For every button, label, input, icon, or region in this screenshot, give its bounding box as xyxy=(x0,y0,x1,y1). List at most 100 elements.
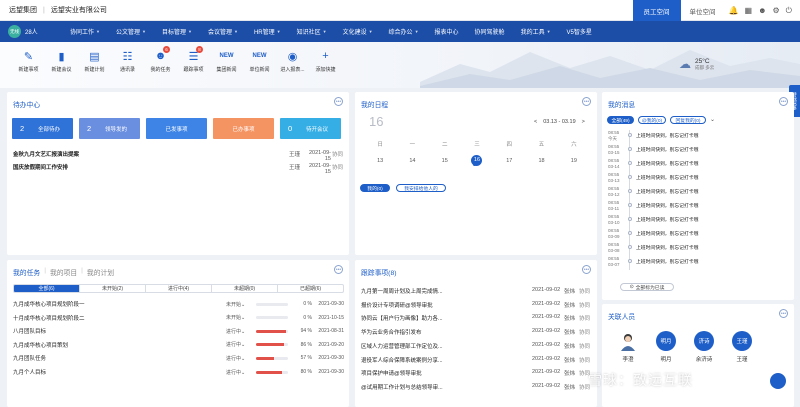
settings-icon[interactable]: ⚙ xyxy=(773,6,780,16)
filter-in-progress[interactable]: 进行中(4) xyxy=(146,285,212,292)
quick-add[interactable]: + 添加快捷 xyxy=(309,49,342,73)
todo-row[interactable]: 金秋九月文艺汇报演出提案 王瑾 2021-09-15 协同 xyxy=(13,150,343,162)
nav-item-cockpit[interactable]: 协同驾驶舱 xyxy=(467,27,513,36)
nav-item-office[interactable]: 综合办公 ▼ xyxy=(381,27,427,36)
nav-item-meeting[interactable]: 会议管理 ▼ xyxy=(200,27,246,36)
calendar-day[interactable]: 18 xyxy=(525,158,557,164)
more-icon[interactable]: ••• xyxy=(779,309,788,318)
message-item[interactable]: 08:55 03-14 上班时间快到，别忘记打卡哦 xyxy=(608,158,788,172)
calendar-day[interactable]: 14 xyxy=(396,158,428,164)
nav-item-hr[interactable]: HR管理 ▼ xyxy=(246,27,289,36)
user-chip[interactable]: 无线 28人 xyxy=(0,25,62,38)
quick-group-news[interactable]: NEW 集团新闻 xyxy=(210,49,243,73)
message-item[interactable]: 08:55 03-08 上班时间快到，别忘记打卡哦 xyxy=(608,242,788,256)
message-item[interactable]: 08:55 今天 上班时间快到，别忘记打卡哦 xyxy=(608,130,788,144)
message-item[interactable]: 08:55 03-13 上班时间快到，别忘记打卡哦 xyxy=(608,172,788,186)
tile-sent[interactable]: 已发事项 xyxy=(146,118,207,139)
task-row[interactable]: 九月成华核心项目策划 进行中⌄ 86 % 2021-09-20 xyxy=(13,341,346,349)
quick-new-plan[interactable]: ▤ 新建计划 xyxy=(78,49,111,74)
msg-tab-reply[interactable]: 回复我的(0) xyxy=(670,116,706,124)
contact-person[interactable]: 明月 明月 xyxy=(654,331,678,363)
company-name[interactable]: 远望实业有限公司 xyxy=(51,5,107,15)
calendar-day-today[interactable]: 16 xyxy=(461,155,493,166)
quick-my-tasks[interactable]: ☻ 6 我的任务 xyxy=(144,46,177,73)
floating-action-button[interactable] xyxy=(770,373,786,389)
more-icon[interactable]: ••• xyxy=(582,97,591,106)
task-row[interactable]: 九月个人目标 进行中⌄ 80 % 2021-09-30 xyxy=(13,368,346,376)
nav-item-v5[interactable]: V5智多星 xyxy=(559,27,600,36)
chevron-down-icon[interactable]: ⌄ xyxy=(710,116,715,124)
tile-meetings[interactable]: 0 待开会议 xyxy=(280,118,341,139)
tab-employee-space[interactable]: 员工空间 xyxy=(632,0,681,21)
nav-item-goal[interactable]: 目标管理 ▼ xyxy=(154,27,200,36)
tracking-row[interactable]: @试用期工作计划与总结领导审... 2021-09-02 张炜 协同 xyxy=(361,383,593,391)
todo-row[interactable]: 国庆放假期间工作安排 王瑾 2021-09-15 协同 xyxy=(13,163,343,175)
contact-person[interactable]: 王瑾 王瑾 xyxy=(730,331,754,363)
grid-icon[interactable]: ▦ xyxy=(745,6,753,16)
more-icon[interactable]: ••• xyxy=(582,265,591,274)
msg-tab-mention[interactable]: @我的(0) xyxy=(638,116,666,124)
nav-item-doc[interactable]: 公文管理 ▼ xyxy=(108,27,154,36)
quick-contacts[interactable]: ☷ 通讯录 xyxy=(111,49,144,74)
filter-all[interactable]: 全部(6) xyxy=(14,285,80,292)
contact-person[interactable]: 济诗 余济诗 xyxy=(692,331,716,363)
tracking-row[interactable]: 退役军人综合保障系统案例分享... 2021-09-02 张炜 协同 xyxy=(361,356,593,364)
calendar-day[interactable]: 15 xyxy=(429,158,461,164)
msg-tab-all[interactable]: 全部(49) xyxy=(607,116,634,124)
nav-item-report[interactable]: 报表中心 xyxy=(427,27,467,36)
filter-overdue[interactable]: 已超期(6) xyxy=(278,285,343,292)
calendar-day[interactable]: 17 xyxy=(493,158,525,164)
message-item[interactable]: 08:55 03-07 上班时间快到，别忘记打卡哦 xyxy=(608,256,788,270)
tile-done[interactable]: 已办事项 xyxy=(213,118,274,139)
people-icon[interactable]: ☻ xyxy=(758,6,766,16)
chevron-left-icon[interactable]: < xyxy=(534,119,537,125)
more-icon[interactable]: ••• xyxy=(334,97,343,106)
power-icon[interactable]: ⏻ xyxy=(786,6,792,16)
quick-tracking[interactable]: ☰ 8 跟踪事项 xyxy=(177,46,210,73)
message-item[interactable]: 08:55 03-11 上班时间快到，别忘记打卡哦 xyxy=(608,200,788,214)
quick-report[interactable]: ◉ 进入报表... xyxy=(276,49,309,74)
filter-not-started[interactable]: 未开始(2) xyxy=(80,285,146,292)
tracking-row[interactable]: 项目保护申请@领导审批 2021-09-02 张炜 协同 xyxy=(361,369,593,377)
quick-new-meeting[interactable]: ▮ 新建会议 xyxy=(45,49,78,74)
contact-person[interactable]: 李澄 xyxy=(616,331,640,363)
task-row[interactable]: 十月成华核心项目规划阶段二 未开始⌄ 0 % 2021-10-15 xyxy=(13,314,346,322)
schedule-mine-pill[interactable]: 我的(0) xyxy=(360,184,390,192)
quick-new-item[interactable]: ✎ 新建事项 xyxy=(12,49,45,74)
quick-unit-news[interactable]: NEW 单位新闻 xyxy=(243,49,276,73)
tracking-row[interactable]: 九月第一周周计划及上周完成情... 2021-09-02 张炜 协同 xyxy=(361,287,593,295)
task-status[interactable]: 进行中⌄ xyxy=(226,328,256,335)
more-icon[interactable]: ••• xyxy=(334,265,343,274)
tab-unit-space[interactable]: 单位空间 xyxy=(681,6,725,16)
nav-item-knowledge[interactable]: 知识社区 ▼ xyxy=(289,27,335,36)
message-item[interactable]: 08:55 03-12 上班时间快到，别忘记打卡哦 xyxy=(608,186,788,200)
tracking-row[interactable]: 报价设计专项调研@领导审批 2021-09-02 张炜 协同 xyxy=(361,301,593,309)
task-row[interactable]: 八月团队目标 进行中⌄ 94 % 2021-08-31 xyxy=(13,327,346,335)
task-status[interactable]: 进行中⌄ xyxy=(226,355,256,362)
tile-all-todo[interactable]: 2 全部待办 xyxy=(12,118,73,139)
tab-my-plans[interactable]: 我的计划 xyxy=(87,267,114,277)
nav-item-collab[interactable]: 协同工作 ▼ xyxy=(62,27,108,36)
task-status[interactable]: 未开始⌄ xyxy=(226,314,256,321)
tab-my-projects[interactable]: 我的项目 xyxy=(50,267,77,277)
task-row[interactable]: 九月成华核心项目规划阶段一 未开始⌄ 0 % 2021-09-30 xyxy=(13,300,346,308)
task-status[interactable]: 未开始⌄ xyxy=(226,301,256,308)
more-icon[interactable]: ••• xyxy=(779,97,788,106)
task-status[interactable]: 进行中⌄ xyxy=(226,369,256,376)
message-item[interactable]: 08:55 03-15 上班时间快到，别忘记打卡哦 xyxy=(608,144,788,158)
calendar-day[interactable]: 19 xyxy=(558,158,590,164)
tracking-row[interactable]: 协同云【用户行为画像】助力各... 2021-09-02 张炜 协同 xyxy=(361,314,593,322)
message-item[interactable]: 08:55 03-09 上班时间快到，别忘记打卡哦 xyxy=(608,228,788,242)
chevron-right-icon[interactable]: > xyxy=(582,119,585,125)
calendar-day[interactable]: 13 xyxy=(364,158,396,164)
tile-leader[interactable]: 2 领导发的 xyxy=(79,118,140,139)
task-status[interactable]: 进行中⌄ xyxy=(226,341,256,348)
tab-my-tasks[interactable]: 我的任务 xyxy=(13,267,40,277)
filter-not-overdue[interactable]: 未超期(0) xyxy=(212,285,278,292)
nav-item-culture[interactable]: 文化建设 ▼ xyxy=(335,27,381,36)
mark-all-read-button[interactable]: ⊙ 全部标为已读 xyxy=(620,283,674,291)
tracking-row[interactable]: 华为云业务合作指引发布 2021-09-02 张炜 协同 xyxy=(361,328,593,336)
bell-icon[interactable]: 🔔 xyxy=(729,6,739,16)
message-item[interactable]: 08:55 03-10 上班时间快到，别忘记打卡哦 xyxy=(608,214,788,228)
nav-item-tools[interactable]: 我的工具 ▼ xyxy=(513,27,559,36)
